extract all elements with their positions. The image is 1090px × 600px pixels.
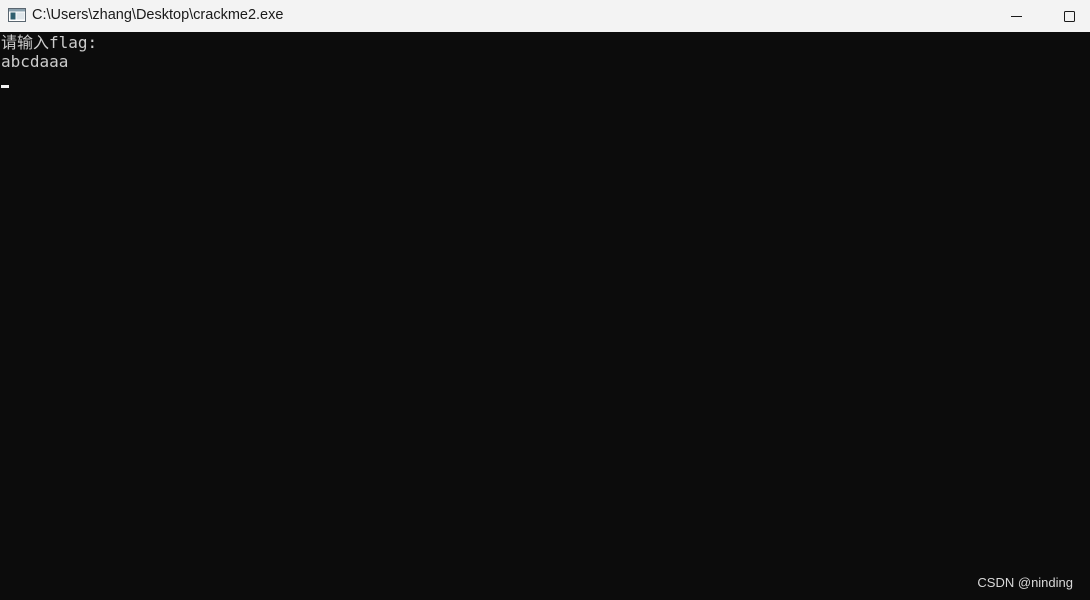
minimize-icon (1011, 16, 1022, 17)
console-window: C:\Users\zhang\Desktop\crackme2.exe 请输入f… (0, 0, 1090, 600)
text-cursor (1, 85, 9, 88)
watermark-text: CSDN @ninding (977, 575, 1073, 590)
console-input-line: abcdaaa (1, 52, 68, 72)
console-output[interactable]: 请输入flag: abcdaaa CSDN @ninding (0, 32, 1090, 600)
maximize-button[interactable] (1046, 0, 1090, 32)
minimize-button[interactable] (993, 0, 1039, 32)
console-app-icon (8, 8, 26, 22)
title-bar[interactable]: C:\Users\zhang\Desktop\crackme2.exe (0, 0, 1090, 32)
maximize-icon (1064, 11, 1075, 22)
console-prompt-line: 请输入flag: (1, 33, 97, 53)
window-title: C:\Users\zhang\Desktop\crackme2.exe (32, 0, 283, 32)
